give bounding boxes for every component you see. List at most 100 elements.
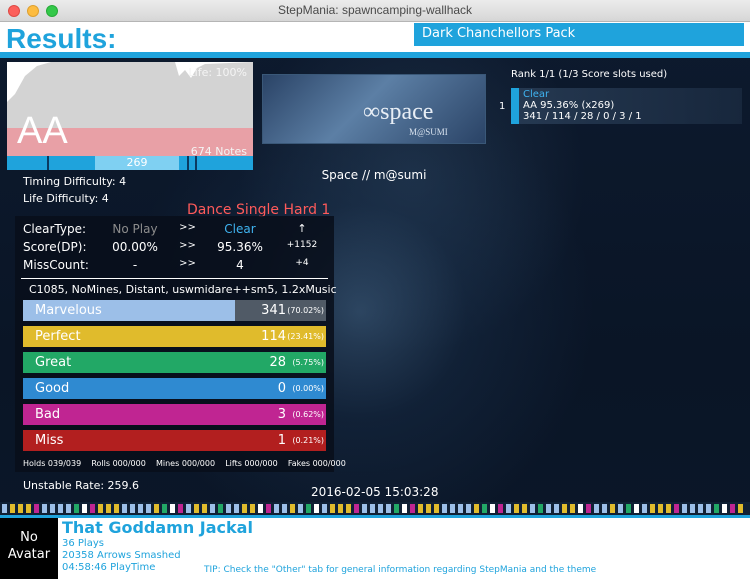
timeline-tick: [738, 504, 743, 513]
timeline-tick: [538, 504, 543, 513]
timeline-tick: [274, 504, 279, 513]
window-titlebar: StepMania: spawncamping-wallhack: [0, 0, 750, 22]
combo-graph: 269: [7, 156, 253, 170]
banner-logo: ∞space: [363, 99, 434, 125]
timeline-tick: [434, 504, 439, 513]
header-accent-bar: [0, 52, 750, 58]
timeline-tick: [34, 504, 39, 513]
score-slot-card[interactable]: Clear AA 95.36% (x269) 341 / 114 / 28 / …: [511, 88, 742, 124]
timeline-tick: [50, 504, 55, 513]
timeline-tick: [682, 504, 687, 513]
stat-label: MissCount:: [23, 258, 89, 272]
tip-text: TIP: Check the "Other" tab for general i…: [204, 565, 597, 575]
timeline-tick: [394, 504, 399, 513]
timeline-tick: [330, 504, 335, 513]
judgment-row-perfect: Perfect 114 (23.41%): [23, 326, 326, 347]
unstable-rate: Unstable Rate: 259.6: [23, 479, 140, 492]
combo-tick: [187, 156, 189, 170]
timeline-tick: [426, 504, 431, 513]
judgment-count: 1: [277, 433, 286, 448]
stat-row-misscount: MissCount: - >> 4 +4: [15, 258, 334, 275]
timeline-tick: [370, 504, 375, 513]
player-playtime: 04:58:46 PlayTime: [62, 562, 156, 573]
judgment-percent: (0.62%): [292, 410, 324, 419]
modifiers-line: C1085, NoMines, Distant, uswmidare++sm5,…: [29, 283, 337, 296]
timeline-tick: [626, 504, 631, 513]
timeline-tick: [66, 504, 71, 513]
timeline-tick: [2, 504, 7, 513]
timeline-tick: [450, 504, 455, 513]
lifts-value: Lifts 000/000: [225, 459, 278, 468]
timeline-tick: [106, 504, 111, 513]
avatar[interactable]: No Avatar: [0, 518, 58, 579]
combo-tick: [195, 156, 197, 170]
timeline-tick: [610, 504, 615, 513]
timeline-tick: [322, 504, 327, 513]
timeline-tick: [154, 504, 159, 513]
rank-slot-number: 1: [499, 101, 506, 112]
stat-current: Clear: [224, 222, 256, 236]
judgment-count: 0: [277, 381, 286, 396]
timeline-tick: [442, 504, 447, 513]
pack-name-box: Dark Chanchellors Pack: [414, 23, 744, 46]
timeline-tick: [730, 504, 735, 513]
judgment-name: Good: [35, 381, 70, 396]
timeline-tick: [658, 504, 663, 513]
combo-tick: [47, 156, 49, 170]
player-arrows: 20358 Arrows Smashed: [62, 550, 181, 561]
timeline-tick: [242, 504, 247, 513]
timeline-tick: [122, 504, 127, 513]
timeline-tick: [130, 504, 135, 513]
stat-row-score: Score(DP): 00.00% >> 95.36% +1152: [15, 240, 334, 257]
stat-diff: +4: [295, 258, 309, 268]
score-slot-score: AA 95.36% (x269): [523, 100, 615, 111]
life-percent-label: Life: 100%: [188, 66, 247, 79]
results-panel: ClearType: No Play >> Clear ↑ Score(DP):…: [15, 216, 346, 472]
stat-arrow: >>: [179, 222, 196, 233]
judgment-count: 114: [261, 329, 286, 344]
life-difficulty: Life Difficulty: 4: [23, 192, 109, 205]
score-slot-clear: Clear: [523, 89, 550, 100]
timeline-tick: [10, 504, 15, 513]
timeline-tick: [226, 504, 231, 513]
timeline-tick: [18, 504, 23, 513]
stat-arrow: >>: [179, 240, 196, 251]
timeline-tick: [458, 504, 463, 513]
score-slot-judgments: 341 / 114 / 28 / 0 / 3 / 1: [523, 111, 642, 122]
timeline-tick: [402, 504, 407, 513]
mines-value: Mines 000/000: [155, 459, 216, 468]
play-datetime: 2016-02-05 15:03:28: [311, 485, 439, 499]
timeline-tick: [522, 504, 527, 513]
avatar-placeholder: No Avatar: [0, 529, 58, 563]
avatar-line: No: [20, 530, 38, 545]
timeline-tick: [690, 504, 695, 513]
timeline-tick: [26, 504, 31, 513]
radar-values: Holds 039/039 Rolls 000/000 Mines 000/00…: [23, 459, 346, 468]
results-screen: Results: Dark Chanchellors Pack AA Life:…: [0, 22, 750, 579]
stat-current: 4: [236, 258, 244, 272]
timeline-tick: [170, 504, 175, 513]
judgment-row-miss: Miss 1 (0.21%): [23, 430, 326, 451]
timeline-tick: [354, 504, 359, 513]
life-graph: AA Life: 100% 674 Notes: [7, 62, 253, 170]
timeline-tick: [466, 504, 471, 513]
timeline-tick: [418, 504, 423, 513]
timeline-tick: [666, 504, 671, 513]
judgment-count: 341: [261, 303, 286, 318]
timeline-tick: [338, 504, 343, 513]
timeline-tick: [578, 504, 583, 513]
judgment-name: Miss: [35, 433, 64, 448]
timeline-tick: [138, 504, 143, 513]
timeline-tick: [234, 504, 239, 513]
timeline-tick: [42, 504, 47, 513]
judgment-name: Marvelous: [35, 303, 102, 318]
stat-diff: +1152: [286, 240, 318, 250]
stat-row-cleartype: ClearType: No Play >> Clear ↑: [15, 222, 334, 239]
timeline-tick: [386, 504, 391, 513]
timeline-tick: [146, 504, 151, 513]
timeline-tick: [90, 504, 95, 513]
timeline-tick: [498, 504, 503, 513]
judgment-row-good: Good 0 (0.00%): [23, 378, 326, 399]
timeline-tick: [162, 504, 167, 513]
stat-arrow: >>: [179, 258, 196, 269]
